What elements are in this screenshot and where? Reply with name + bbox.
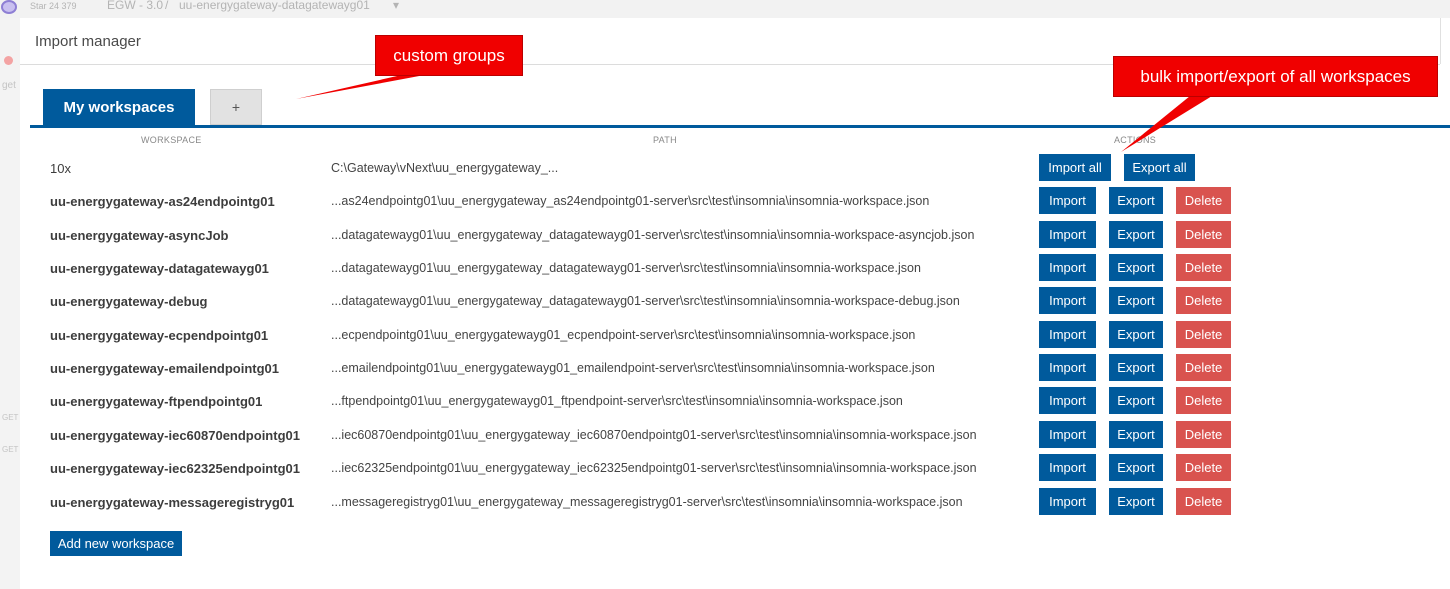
delete-button[interactable]: Delete [1176,488,1231,515]
export-button[interactable]: Export [1109,287,1163,314]
workspace-row: uu-energygateway-ecpendpointg01 ...ecpend… [20,321,1440,349]
workspace-name: uu-energygateway-emailendpointg01 [50,361,279,376]
delete-button[interactable]: Delete [1176,421,1231,448]
modal-divider [1440,18,1441,64]
add-new-workspace-button[interactable]: Add new workspace [50,531,182,556]
workspace-row: uu-energygateway-asyncJob ...datagatewayg… [20,221,1440,249]
custom-groups-callout: custom groups [375,35,523,76]
breadcrumb-separator: / [165,0,169,12]
import-all-button[interactable]: Import all [1039,154,1111,181]
modal-title: Import manager [35,33,141,50]
workspace-row: uu-energygateway-datagatewayg01 ...dataga… [20,254,1440,282]
workspace-row: uu-energygateway-ftpendpointg01 ...ftpend… [20,387,1440,415]
app-logo-icon [1,0,17,14]
workspace-path: ...datagatewayg01\uu_energygateway_datag… [331,294,960,308]
export-button[interactable]: Export [1109,321,1163,348]
workspace-row: uu-energygateway-messageregistryg01 ...me… [20,488,1440,516]
project-breadcrumb[interactable]: EGW - 3.0 [107,0,163,12]
close-dot-icon [4,56,13,65]
workspace-name: uu-energygateway-ftpendpointg01 [50,394,263,409]
bulk-import-export-callout: bulk import/export of all workspaces [1113,56,1438,97]
star-label: Star [30,1,47,11]
add-group-tab[interactable]: + [210,89,262,125]
group-path: C:\Gateway\vNext\uu_energygateway_... [331,161,559,175]
workspace-row: uu-energygateway-iec60870endpointg01 ...i… [20,421,1440,449]
workspace-name: uu-energygateway-asyncJob [50,228,229,243]
import-manager-modal: Import manager My workspaces + WORKSPACE… [20,18,1450,589]
import-button[interactable]: Import [1039,254,1096,281]
export-button[interactable]: Export [1109,254,1163,281]
group-name: 10x [50,161,71,176]
github-star-badge[interactable]: Star 24 379 [30,1,77,11]
sidebar-fragment: get [2,80,16,91]
workspace-name: uu-energygateway-iec60870endpointg01 [50,428,300,443]
sidebar-fragment: GET [2,413,19,422]
workspace-path: ...as24endpointg01\uu_energygateway_as24… [331,194,930,208]
workspace-name: uu-energygateway-debug [50,294,208,309]
import-button[interactable]: Import [1039,187,1096,214]
export-button[interactable]: Export [1109,488,1163,515]
workspace-name: uu-energygateway-datagatewayg01 [50,261,269,276]
chevron-down-icon[interactable]: ▾ [393,0,399,12]
import-button[interactable]: Import [1039,287,1096,314]
import-button[interactable]: Import [1039,488,1096,515]
workspace-name: uu-energygateway-ecpendpointg01 [50,328,269,343]
column-header-path: PATH [653,135,677,145]
export-button[interactable]: Export [1109,421,1163,448]
star-count: 24 379 [49,1,77,11]
workspace-breadcrumb[interactable]: uu-energygateway-datagatewayg01 [179,0,370,12]
delete-button[interactable]: Delete [1176,287,1231,314]
workspace-path: ...ftpendpointg01\uu_energygatewayg01_ft… [331,394,903,408]
delete-button[interactable]: Delete [1176,254,1231,281]
delete-button[interactable]: Delete [1176,187,1231,214]
export-all-button[interactable]: Export all [1124,154,1195,181]
delete-button[interactable]: Delete [1176,454,1231,481]
export-button[interactable]: Export [1109,354,1163,381]
export-button[interactable]: Export [1109,187,1163,214]
workspace-path: ...messageregistryg01\uu_energygateway_m… [331,495,963,509]
group-row: 10x C:\Gateway\vNext\uu_energygateway_..… [20,154,1440,182]
delete-button[interactable]: Delete [1176,354,1231,381]
workspace-row: uu-energygateway-emailendpointg01 ...emai… [20,354,1440,382]
sidebar-fragment: GET [2,445,19,454]
workspace-path: ...datagatewayg01\uu_energygateway_datag… [331,228,975,242]
column-header-actions: ACTIONS [1114,135,1157,145]
import-button[interactable]: Import [1039,221,1096,248]
delete-button[interactable]: Delete [1176,221,1231,248]
workspace-path: ...iec60870endpointg01\uu_energygateway_… [331,428,977,442]
workspace-row: uu-energygateway-as24endpointg01 ...as24e… [20,187,1440,215]
import-button[interactable]: Import [1039,454,1096,481]
workspace-name: uu-energygateway-iec62325endpointg01 [50,461,300,476]
tabs-underline [30,125,1450,128]
workspace-name: uu-energygateway-as24endpointg01 [50,194,275,209]
export-button[interactable]: Export [1109,221,1163,248]
export-button[interactable]: Export [1109,387,1163,414]
workspace-path: ...emailendpointg01\uu_energygatewayg01_… [331,361,935,375]
workspace-path: ...datagatewayg01\uu_energygateway_datag… [331,261,921,275]
workspace-path: ...ecpendpointg01\uu_energygatewayg01_ec… [331,328,916,342]
import-button[interactable]: Import [1039,387,1096,414]
workspace-path: ...iec62325endpointg01\uu_energygateway_… [331,461,977,475]
import-button[interactable]: Import [1039,321,1096,348]
workspace-name: uu-energygateway-messageregistryg01 [50,495,295,510]
import-button[interactable]: Import [1039,354,1096,381]
tab-my-workspaces[interactable]: My workspaces [43,89,195,125]
import-button[interactable]: Import [1039,421,1096,448]
delete-button[interactable]: Delete [1176,387,1231,414]
export-button[interactable]: Export [1109,454,1163,481]
background-sidebar: get GET GET [0,18,20,589]
background-topbar: Star 24 379 EGW - 3.0 / uu-energygateway… [0,0,1450,18]
delete-button[interactable]: Delete [1176,321,1231,348]
column-header-workspace: WORKSPACE [141,135,202,145]
workspace-row: uu-energygateway-debug ...datagatewayg01\… [20,287,1440,315]
workspace-row: uu-energygateway-iec62325endpointg01 ...i… [20,454,1440,482]
